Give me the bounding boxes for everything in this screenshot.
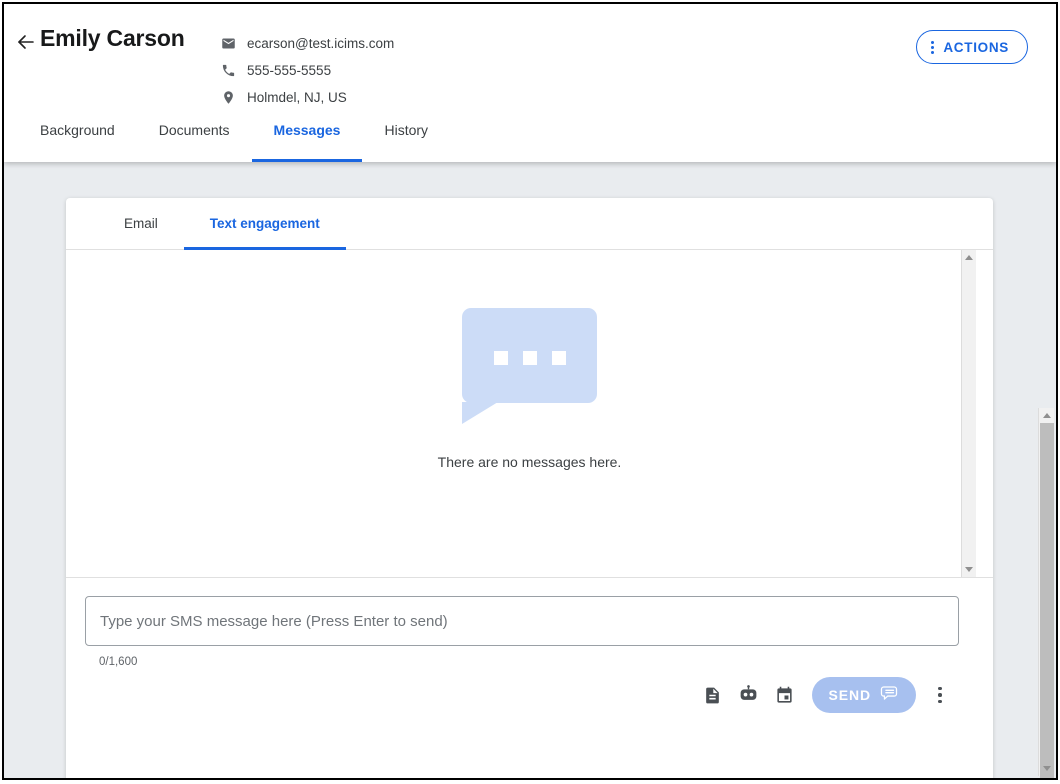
contact-location-row: Holmdel, NJ, US	[220, 84, 550, 111]
location-pin-icon	[220, 89, 237, 106]
actions-button[interactable]: ACTIONS	[916, 30, 1028, 64]
main-tab-bar: Background Documents Messages History	[4, 120, 450, 162]
profile-header: Emily Carson ecarson@test.icims.com 555-…	[4, 4, 1056, 162]
message-composer: 0/1,600	[66, 578, 993, 778]
scroll-down-icon[interactable]	[962, 562, 976, 577]
contact-phone-row: 555-555-5555	[220, 57, 550, 84]
sms-message-input[interactable]	[85, 596, 959, 646]
scroll-up-icon[interactable]	[962, 250, 976, 265]
contact-phone-value: 555-555-5555	[247, 63, 332, 78]
chat-bubble-icon	[880, 684, 899, 706]
character-counter: 0/1,600	[99, 656, 138, 668]
message-list-scrollbar[interactable]	[961, 250, 976, 577]
composer-overflow-menu[interactable]	[930, 681, 950, 709]
message-list-panel: There are no messages here.	[66, 250, 993, 577]
page-scroll-down-icon[interactable]	[1039, 761, 1054, 776]
phone-icon	[220, 62, 237, 79]
tab-documents[interactable]: Documents	[137, 120, 252, 162]
back-arrow-icon[interactable]	[14, 30, 38, 54]
page-scrollbar-thumb[interactable]	[1040, 423, 1054, 778]
tab-messages-label: Messages	[273, 122, 341, 138]
composer-toolbar: SEND	[695, 677, 951, 713]
contact-email-row: ecarson@test.icims.com	[220, 30, 550, 57]
sub-tab-bar: Email Text engagement	[66, 198, 993, 250]
send-button-label: SEND	[828, 687, 871, 703]
chat-bubble-icon	[462, 308, 597, 424]
page-body: Email Text engagement There are no messa…	[4, 162, 1056, 778]
contact-location-value: Holmdel, NJ, US	[247, 90, 347, 105]
empty-state-text: There are no messages here.	[437, 454, 622, 470]
application-window: Emily Carson ecarson@test.icims.com 555-…	[2, 2, 1058, 780]
bot-template-button[interactable]	[731, 678, 767, 712]
schedule-button[interactable]	[767, 678, 803, 712]
tab-email-label: Email	[124, 216, 158, 231]
send-button[interactable]: SEND	[811, 677, 916, 713]
tab-background[interactable]: Background	[18, 120, 137, 162]
attach-document-button[interactable]	[695, 678, 731, 712]
contact-details: ecarson@test.icims.com 555-555-5555 Holm…	[220, 30, 550, 111]
tab-background-label: Background	[40, 122, 115, 138]
contact-email-value: ecarson@test.icims.com	[247, 36, 395, 51]
page-scroll-up-icon[interactable]	[1039, 408, 1054, 423]
page-scrollbar[interactable]	[1038, 408, 1054, 778]
tab-documents-label: Documents	[158, 122, 230, 138]
actions-button-label: ACTIONS	[943, 39, 1009, 55]
tab-text-engagement-label: Text engagement	[209, 216, 320, 231]
tab-text-engagement[interactable]: Text engagement	[183, 198, 346, 250]
tab-email[interactable]: Email	[98, 198, 184, 250]
tab-history[interactable]: History	[362, 120, 450, 162]
page-title: Emily Carson	[40, 25, 185, 51]
messages-card: Email Text engagement There are no messa…	[66, 198, 993, 778]
envelope-icon	[220, 35, 237, 52]
tab-messages[interactable]: Messages	[251, 120, 363, 162]
tab-history-label: History	[384, 122, 429, 138]
empty-state: There are no messages here.	[66, 308, 993, 470]
kebab-menu-icon	[931, 40, 935, 54]
